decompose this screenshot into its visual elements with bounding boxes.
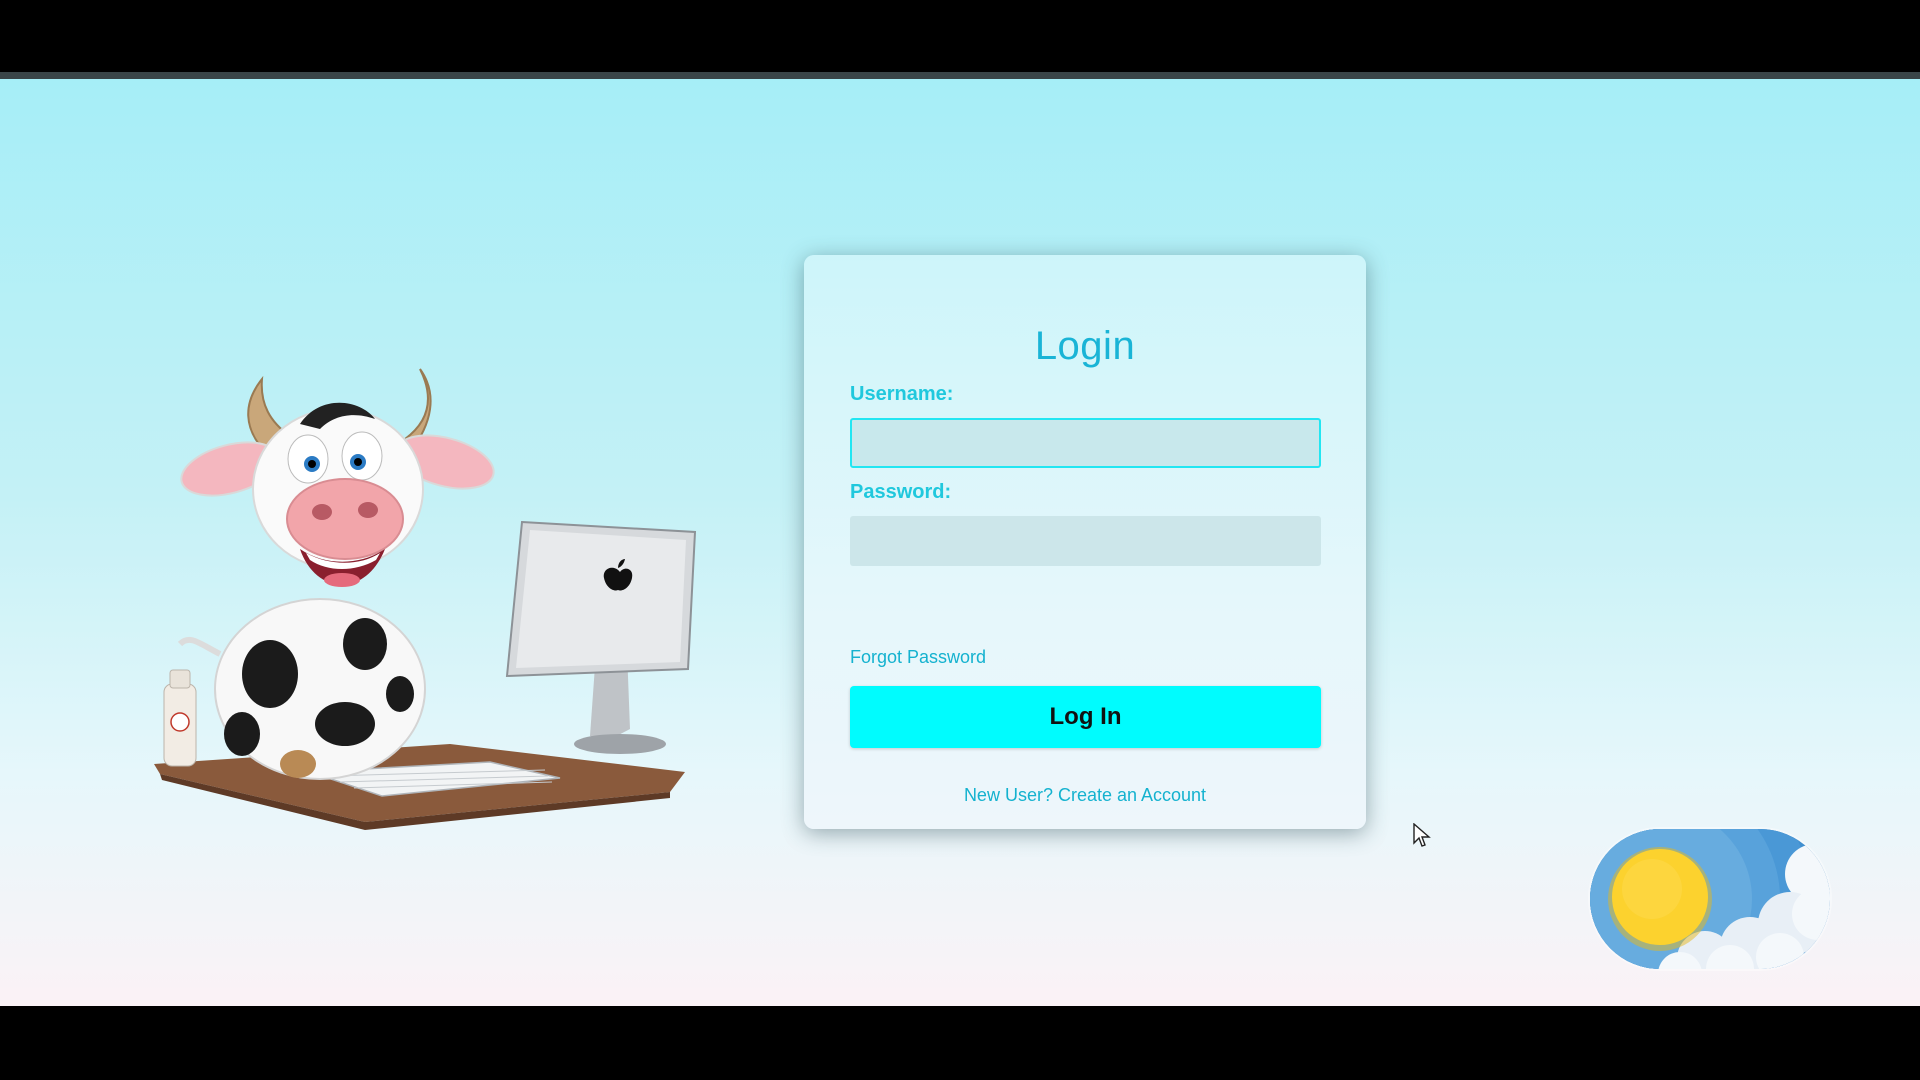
top-black-bar <box>0 0 1920 72</box>
forgot-password-link[interactable]: Forgot Password <box>850 647 986 668</box>
top-bar-edge <box>0 72 1920 79</box>
cow-at-computer-image <box>154 368 697 830</box>
password-label: Password: <box>850 481 952 503</box>
login-title: Login <box>1034 324 1136 368</box>
sun-icon <box>1590 829 1830 969</box>
cow-illustration <box>150 344 700 844</box>
bottom-black-bar <box>0 1006 1920 1080</box>
username-label: Username: <box>850 383 954 405</box>
create-account-link[interactable]: New User? Create an Account <box>804 785 1366 806</box>
theme-toggle-switch[interactable] <box>1590 829 1830 969</box>
mouse-cursor-icon <box>1413 823 1431 847</box>
login-button[interactable]: Log In <box>850 686 1321 748</box>
password-input[interactable] <box>850 516 1321 566</box>
username-input[interactable] <box>850 418 1321 468</box>
page-viewport: Login Username: Password: Forgot Passwor… <box>0 79 1920 1006</box>
login-card: Login Username: Password: Forgot Passwor… <box>804 255 1366 829</box>
